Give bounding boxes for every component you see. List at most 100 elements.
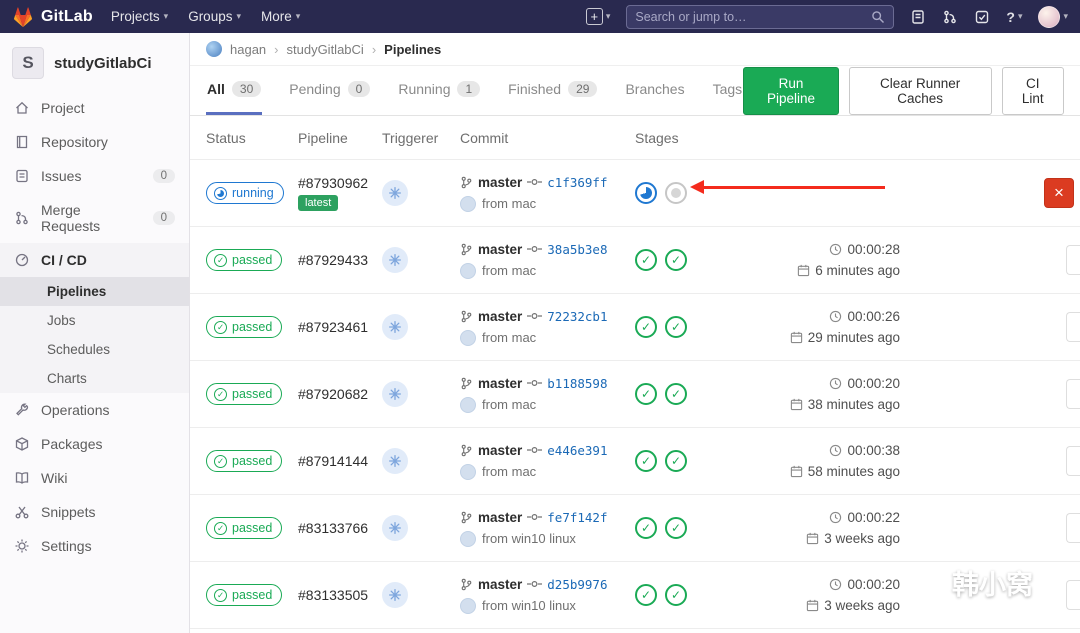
tab-all[interactable]: All 30 — [206, 66, 263, 115]
triggerer-avatar[interactable] — [382, 381, 408, 407]
row-actions-cutoff-button[interactable] — [1066, 312, 1080, 342]
stage-passed-icon[interactable]: ✓ — [665, 584, 687, 606]
tab-finished[interactable]: Finished 29 — [507, 66, 598, 115]
pipeline-link[interactable]: #87923461 — [298, 319, 368, 335]
status-badge[interactable]: ✓ passed — [206, 316, 283, 338]
tab-tags[interactable]: Tags — [712, 66, 744, 115]
sidebar-item-charts[interactable]: Charts — [0, 364, 189, 393]
commit-sha-link[interactable]: e446e391 — [547, 443, 607, 458]
stage-passed-icon[interactable]: ✓ — [635, 316, 657, 338]
stage-passed-icon[interactable]: ✓ — [665, 383, 687, 405]
row-actions-cutoff-button[interactable] — [1066, 513, 1080, 543]
row-actions-cutoff-button[interactable] — [1066, 245, 1080, 275]
stage-passed-icon[interactable]: ✓ — [665, 249, 687, 271]
triggerer-avatar[interactable] — [382, 247, 408, 273]
row-actions-cutoff-button[interactable] — [1066, 580, 1080, 610]
commit-sha-link[interactable]: b1188598 — [547, 376, 607, 391]
branch-link[interactable]: master — [478, 242, 522, 257]
pipeline-link[interactable]: #83133766 — [298, 520, 368, 536]
help-menu[interactable]: ? ▾ — [1006, 9, 1022, 25]
sidebar-item-packages[interactable]: Packages — [0, 427, 189, 461]
stage-passed-icon[interactable]: ✓ — [635, 517, 657, 539]
pipeline-link[interactable]: #87929433 — [298, 252, 368, 268]
clear-runner-caches-button[interactable]: Clear Runner Caches — [848, 66, 992, 115]
branch-link[interactable]: master — [478, 577, 522, 592]
tab-running[interactable]: Running 1 — [397, 66, 481, 115]
user-menu[interactable]: ▾ — [1038, 5, 1068, 28]
row-actions-cutoff-button[interactable] — [1066, 446, 1080, 476]
triggerer-avatar[interactable] — [382, 582, 408, 608]
triggerer-avatar[interactable] — [382, 448, 408, 474]
status-badge[interactable]: ✓ passed — [206, 249, 283, 271]
triggerer-avatar[interactable] — [382, 180, 408, 206]
sidebar-item-wiki[interactable]: Wiki — [0, 461, 189, 495]
sidebar-item-settings[interactable]: Settings — [0, 529, 189, 563]
sidebar-item-issues[interactable]: Issues 0 — [0, 159, 189, 193]
ci-lint-button[interactable]: CI Lint — [1001, 66, 1064, 115]
sidebar-item-project[interactable]: Project — [0, 91, 189, 125]
nav-groups[interactable]: Groups ▾ — [188, 9, 241, 24]
status-badge[interactable]: ✓ passed — [206, 584, 283, 606]
nav-more[interactable]: More ▾ — [261, 9, 300, 24]
stage-passed-icon[interactable]: ✓ — [665, 450, 687, 472]
commit-sha-link[interactable]: fe7f142f — [547, 510, 607, 525]
run-pipeline-button[interactable]: Run Pipeline — [743, 66, 839, 115]
nav-projects[interactable]: Projects ▾ — [111, 9, 168, 24]
pipeline-stages: ✓ ✓ — [635, 517, 750, 539]
branch-link[interactable]: master — [478, 443, 522, 458]
book-icon — [14, 134, 30, 150]
sidebar-item-snippets[interactable]: Snippets — [0, 495, 189, 529]
stage-passed-icon[interactable]: ✓ — [665, 517, 687, 539]
tab-branches[interactable]: Branches — [624, 66, 685, 115]
project-avatar[interactable]: S — [12, 47, 44, 79]
new-dropdown[interactable]: + ▾ — [585, 8, 610, 25]
commit-sha-link[interactable]: 72232cb1 — [547, 309, 607, 324]
commit-sha-link[interactable]: d25b9976 — [547, 577, 607, 592]
branch-link[interactable]: master — [478, 309, 522, 324]
commit-sha-link[interactable]: 38a5b3e8 — [547, 242, 607, 257]
sidebar-item-cicd[interactable]: CI / CD — [0, 243, 189, 277]
branch-icon — [460, 310, 473, 323]
pipeline-link[interactable]: #83133505 — [298, 587, 368, 603]
sidebar-item-jobs[interactable]: Jobs — [0, 306, 189, 335]
stage-passed-icon[interactable]: ✓ — [665, 316, 687, 338]
stage-running-icon[interactable] — [635, 182, 657, 204]
sidebar-item-merge-requests[interactable]: Merge Requests 0 — [0, 193, 189, 243]
status-badge[interactable]: ✓ passed — [206, 383, 283, 405]
triggerer-avatar[interactable] — [382, 515, 408, 541]
sidebar-item-pipelines[interactable]: Pipelines — [0, 277, 189, 306]
branch-link[interactable]: master — [478, 175, 522, 190]
pipeline-link[interactable]: #87914144 — [298, 453, 368, 469]
stage-passed-icon[interactable]: ✓ — [635, 584, 657, 606]
sidebar-item-schedules[interactable]: Schedules — [0, 335, 189, 364]
sidebar-item-label: Operations — [41, 402, 110, 418]
todos-icon[interactable] — [974, 9, 990, 25]
status-badge[interactable]: ✓ passed — [206, 517, 283, 539]
header-commit: Commit — [460, 129, 509, 146]
stage-passed-icon[interactable]: ✓ — [635, 383, 657, 405]
search-input[interactable] — [635, 9, 872, 24]
triggerer-avatar[interactable] — [382, 314, 408, 340]
status-badge[interactable]: ✓ passed — [206, 450, 283, 472]
pipeline-row: ✓ passed #83133766 master fe7f142f from … — [190, 495, 1080, 562]
branch-link[interactable]: master — [478, 510, 522, 525]
sidebar-item-repository[interactable]: Repository — [0, 125, 189, 159]
issues-icon[interactable] — [910, 9, 926, 25]
stage-passed-icon[interactable]: ✓ — [635, 450, 657, 472]
breadcrumb-item[interactable]: studyGitlabCi — [287, 42, 364, 57]
sidebar-item-operations[interactable]: Operations — [0, 393, 189, 427]
status-badge[interactable]: running — [206, 182, 284, 204]
branch-link[interactable]: master — [478, 376, 522, 391]
breadcrumb-item[interactable]: hagan — [230, 42, 266, 57]
cancel-pipeline-button[interactable]: × — [1044, 178, 1074, 208]
pipeline-link[interactable]: #87920682 — [298, 386, 368, 402]
gitlab-logo[interactable]: GitLab — [12, 6, 93, 28]
tab-pending[interactable]: Pending 0 — [288, 66, 371, 115]
merge-requests-icon[interactable] — [942, 9, 958, 25]
commit-sha-link[interactable]: c1f369ff — [547, 175, 607, 190]
stage-created-icon[interactable] — [665, 182, 687, 204]
row-actions-cutoff-button[interactable] — [1066, 379, 1080, 409]
pipeline-link[interactable]: #87930962 — [298, 175, 368, 191]
stage-passed-icon[interactable]: ✓ — [635, 249, 657, 271]
project-name[interactable]: studyGitlabCi — [54, 55, 152, 72]
